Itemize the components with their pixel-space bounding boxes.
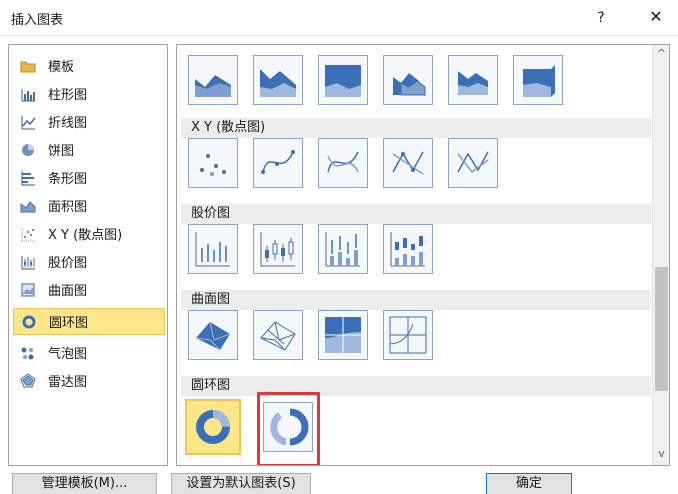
category-templates[interactable]: 模板 — [13, 52, 165, 79]
surface-chart-icon — [19, 281, 36, 298]
scatter-straight-lines-icon — [457, 151, 489, 174]
section-header-stock: 股价图 — [181, 204, 651, 224]
section-header-doughnut: 圆环图 — [181, 376, 651, 396]
chart-thumb-doughnut[interactable] — [185, 399, 241, 455]
chart-thumb-wireframe-contour[interactable] — [383, 310, 433, 360]
radar-chart-icon — [19, 372, 36, 389]
bar-chart-icon — [19, 169, 36, 186]
highlight-box — [257, 392, 320, 465]
bubble-chart-icon — [19, 344, 36, 361]
wireframe-contour-icon — [389, 316, 427, 354]
chart-thumb-scatter[interactable] — [188, 138, 238, 188]
stacked-area-chart-icon — [260, 69, 296, 97]
chart-thumb-3d-100-area[interactable] — [513, 55, 563, 105]
ok-button[interactable]: 确定 — [486, 473, 572, 494]
scroll-up-icon[interactable]: ^ — [653, 47, 669, 63]
scatter-straight-markers-icon — [392, 151, 424, 175]
wireframe-surface-icon — [260, 321, 296, 351]
category-area[interactable]: 面积图 — [13, 192, 165, 219]
chart-gallery: X Y (散点图) 股价图 曲面图 圆环图 ^ v — [176, 44, 670, 466]
chart-thumb-wireframe-surface[interactable] — [253, 310, 303, 360]
3d-surface-icon — [195, 321, 231, 351]
scroll-thumb[interactable] — [655, 267, 668, 391]
chart-thumb-stock-hlc[interactable] — [188, 224, 238, 274]
doughnut-chart-icon — [196, 410, 230, 444]
stock-ohlc-icon — [260, 232, 295, 267]
scatter-chart-icon — [200, 154, 226, 176]
category-bar[interactable]: 条形图 — [13, 164, 165, 191]
chart-thumb-contour[interactable] — [318, 310, 368, 360]
chart-thumb-3d-area[interactable] — [383, 55, 433, 105]
chart-thumb-stock-vhlc[interactable] — [318, 224, 368, 274]
section-header-scatter: X Y (散点图) — [181, 118, 651, 138]
scatter-smooth-markers-icon — [261, 150, 295, 174]
section-header-surface: 曲面图 — [181, 290, 651, 310]
gallery-scrollbar[interactable]: ^ v — [652, 45, 669, 465]
title-bar: 插入图表 ? ✕ — [0, 0, 678, 36]
chart-thumb-scatter-straight-markers[interactable] — [383, 138, 433, 188]
3d-area-chart-icon — [393, 73, 426, 96]
3d-stacked-area-chart-icon — [458, 71, 488, 95]
contour-icon — [325, 317, 361, 353]
chart-thumb-3d-surface[interactable] — [188, 310, 238, 360]
set-default-chart-button[interactable]: 设置为默认图表(S) — [171, 473, 311, 494]
category-column[interactable]: 柱形图 — [13, 80, 165, 107]
chart-thumb-stacked-area[interactable] — [253, 55, 303, 105]
area-chart-icon — [195, 75, 231, 97]
area-chart-icon — [19, 197, 36, 214]
category-pie[interactable]: 饼图 — [13, 136, 165, 163]
chart-thumb-scatter-smooth-markers[interactable] — [253, 138, 303, 188]
dialog-title: 插入图表 — [11, 13, 64, 28]
category-doughnut[interactable]: 圆环图 — [13, 308, 165, 335]
category-radar[interactable]: 雷达图 — [13, 367, 165, 394]
folder-icon — [19, 57, 36, 74]
doughnut-chart-icon — [20, 313, 37, 330]
category-stock[interactable]: 股价图 — [13, 248, 165, 275]
chart-thumb-area[interactable] — [188, 55, 238, 105]
scroll-down-icon[interactable]: v — [653, 447, 669, 463]
line-chart-icon — [19, 113, 36, 130]
stock-hlc-icon — [195, 232, 230, 267]
scatter-smooth-lines-icon — [327, 151, 359, 173]
chart-thumb-stock-vohlc[interactable] — [383, 224, 433, 274]
percent-area-chart-icon — [325, 65, 361, 97]
chart-thumb-stock-ohlc[interactable] — [253, 224, 303, 274]
manage-templates-button[interactable]: 管理模板(M)... — [12, 473, 157, 494]
help-button[interactable]: ? — [592, 7, 610, 29]
stock-vhlc-icon — [325, 232, 360, 267]
pie-chart-icon — [19, 141, 36, 158]
close-button[interactable]: ✕ — [644, 5, 668, 29]
category-line[interactable]: 折线图 — [13, 108, 165, 135]
category-scatter[interactable]: X Y (散点图) — [13, 220, 165, 247]
column-chart-icon — [19, 85, 36, 102]
category-surface[interactable]: 曲面图 — [13, 276, 165, 303]
scatter-chart-icon — [19, 225, 36, 242]
chart-thumb-scatter-straight[interactable] — [448, 138, 498, 188]
stock-vohlc-icon — [390, 232, 425, 267]
chart-thumb-3d-stacked-area[interactable] — [448, 55, 498, 105]
chart-thumb-scatter-smooth[interactable] — [318, 138, 368, 188]
category-bubble[interactable]: 气泡图 — [13, 339, 165, 366]
chart-category-list: 模板 柱形图 折线图 饼图 条形图 面积图 X Y (散点图) 股价图 曲面图 … — [8, 44, 168, 466]
stock-chart-icon — [19, 253, 36, 270]
3d-percent-area-chart-icon — [523, 65, 555, 97]
chart-thumb-100-area[interactable] — [318, 55, 368, 105]
